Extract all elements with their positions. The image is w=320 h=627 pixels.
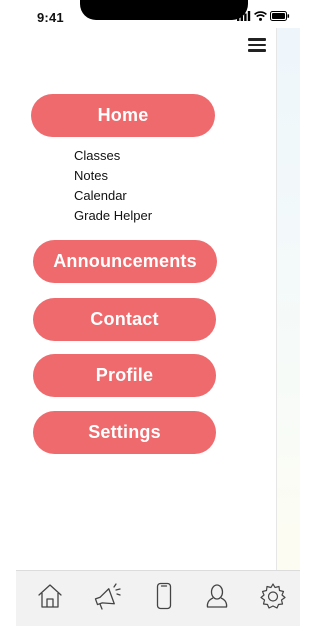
phone-icon[interactable]	[147, 579, 181, 613]
signal-icon	[237, 8, 251, 26]
nav-button-profile[interactable]: Profile	[33, 354, 216, 397]
home-icon[interactable]	[33, 579, 67, 613]
tab-bar	[16, 570, 300, 626]
submenu-item-calendar[interactable]: Calendar	[74, 186, 224, 206]
megaphone-icon[interactable]	[90, 579, 124, 613]
submenu-item-notes[interactable]: Notes	[74, 166, 224, 186]
content-panel-edge	[276, 28, 300, 570]
wifi-icon	[254, 8, 267, 26]
status-bar: 9:41	[0, 0, 300, 30]
device-notch	[80, 0, 248, 20]
nav-button-contact[interactable]: Contact	[33, 298, 216, 341]
hamburger-icon[interactable]	[248, 38, 266, 52]
user-icon[interactable]	[200, 579, 234, 613]
status-icons	[237, 11, 290, 23]
submenu-item-classes[interactable]: Classes	[74, 146, 224, 166]
nav-button-home[interactable]: Home	[31, 94, 215, 137]
battery-icon	[270, 8, 290, 26]
submenu-item-grade-helper[interactable]: Grade Helper	[74, 206, 224, 226]
nav-button-announcements[interactable]: Announcements	[33, 240, 217, 283]
status-time: 9:41	[37, 10, 64, 25]
gear-icon[interactable]	[256, 579, 290, 613]
home-submenu: Classes Notes Calendar Grade Helper	[74, 146, 224, 226]
nav-button-settings[interactable]: Settings	[33, 411, 216, 454]
